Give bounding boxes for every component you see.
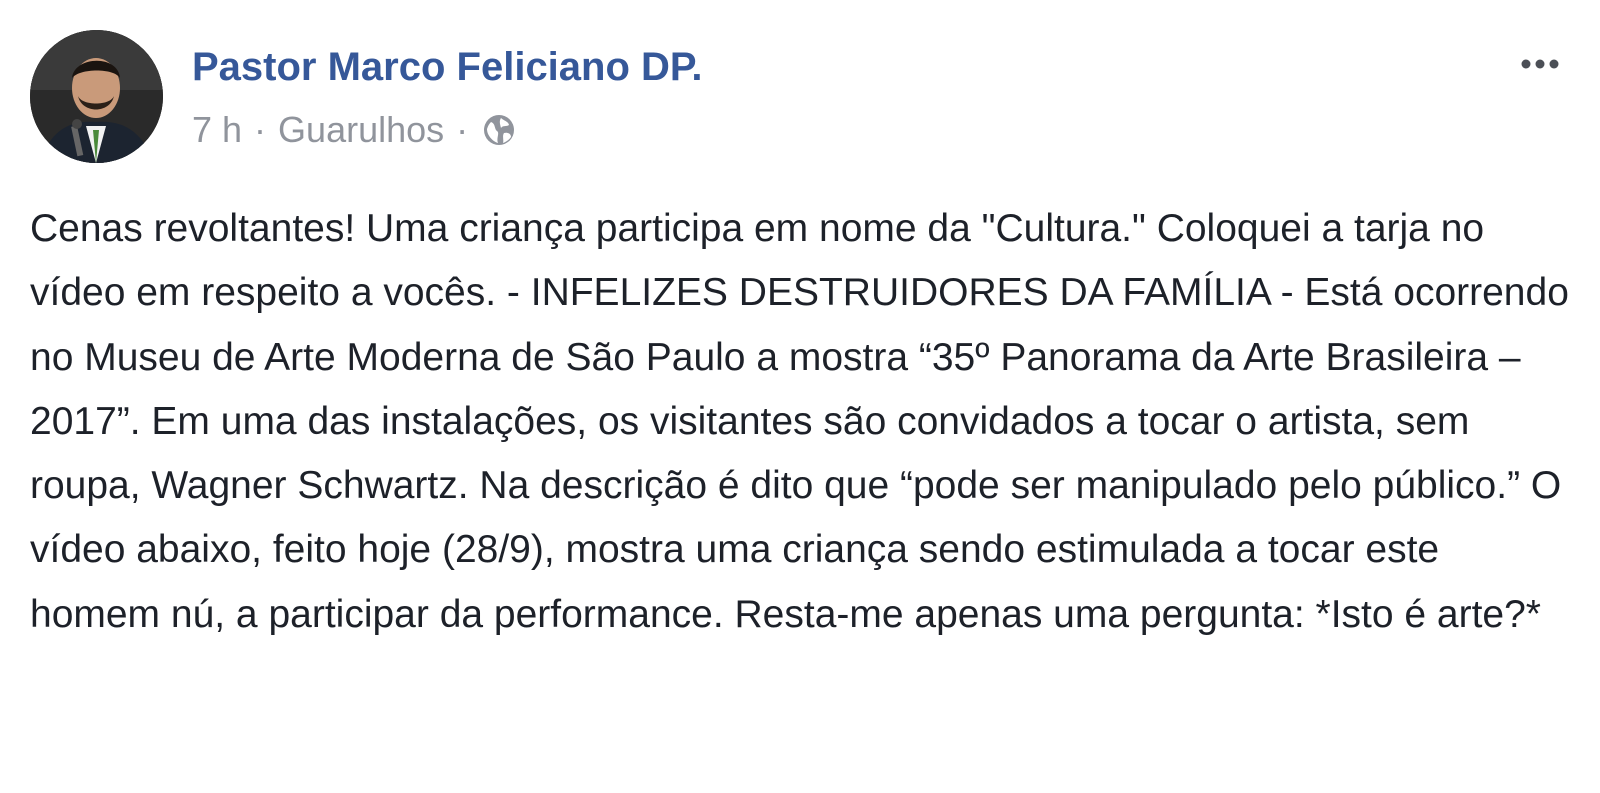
profile-avatar[interactable] — [30, 30, 163, 163]
profile-photo — [30, 30, 163, 163]
post-message: Cenas revoltantes! Uma criança participa… — [30, 207, 1569, 636]
post-timestamp[interactable]: 7 h — [192, 109, 242, 151]
facebook-post: Pastor Marco Feliciano DP. 7 h · Guarulh… — [0, 0, 1600, 793]
post-header: Pastor Marco Feliciano DP. 7 h · Guarulh… — [30, 30, 1570, 165]
meta-separator: · — [254, 109, 267, 150]
author-name-link[interactable]: Pastor Marco Feliciano DP. — [192, 44, 703, 90]
post-location[interactable]: Guarulhos — [278, 109, 444, 151]
post-meta: 7 h · Guarulhos · — [192, 108, 516, 152]
globe-icon[interactable] — [482, 113, 516, 147]
more-options-icon[interactable] — [1510, 38, 1570, 78]
meta-separator: · — [456, 109, 469, 150]
